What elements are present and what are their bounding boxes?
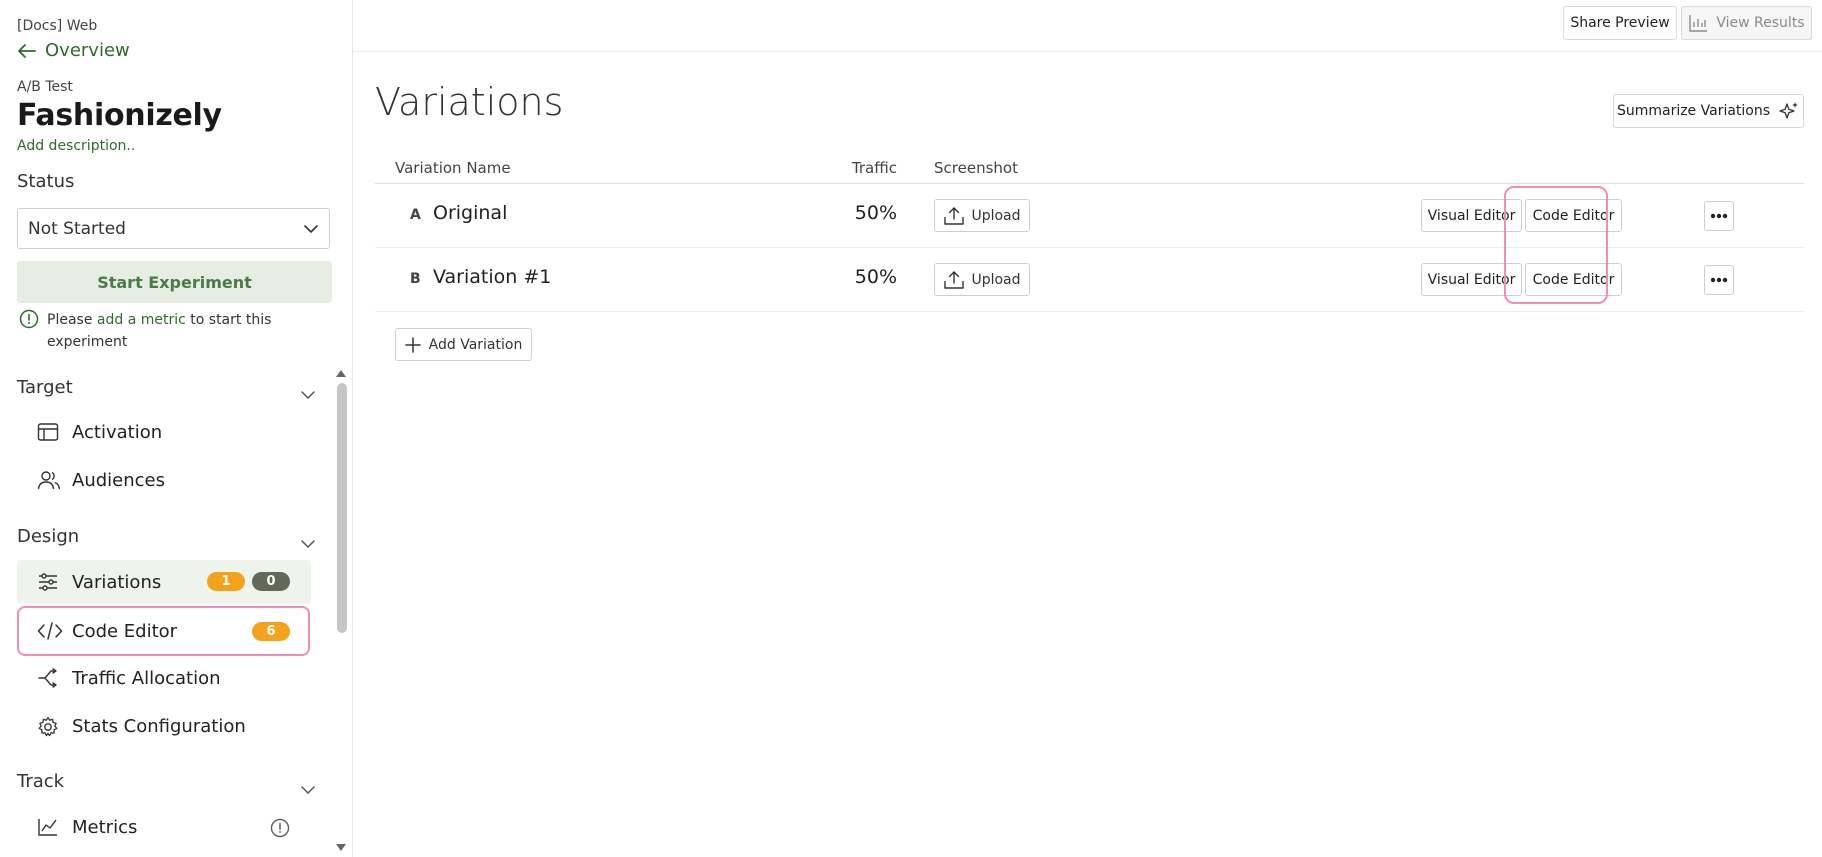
split-arrows-icon <box>37 668 59 688</box>
section-track-title: Track <box>17 771 65 792</box>
main-content: Share Preview View Results Variations Su… <box>353 0 1822 857</box>
sidebar-item-audiences[interactable]: Audiences <box>17 458 311 502</box>
back-to-overview-link[interactable]: Overview <box>17 40 130 61</box>
variations-badge-count: 0 <box>252 572 290 591</box>
variations-table-header: Variation Name Traffic Screenshot <box>375 155 1804 184</box>
upload-screenshot-button[interactable]: Upload <box>934 263 1030 296</box>
back-label: Overview <box>45 40 130 61</box>
upload-screenshot-button[interactable]: Upload <box>934 199 1030 232</box>
status-value: Not Started <box>28 218 126 239</box>
sidebar-item-label: Traffic Allocation <box>72 667 221 689</box>
section-design-title: Design <box>17 526 80 547</box>
plus-icon <box>404 336 421 353</box>
status-select[interactable]: Not Started <box>17 208 330 249</box>
sliders-icon <box>37 572 59 592</box>
more-dots-icon <box>1710 277 1728 283</box>
chevron-down-icon[interactable] <box>300 785 316 795</box>
code-icon <box>37 621 63 641</box>
layout-icon <box>37 422 59 442</box>
start-experiment-button[interactable]: Start Experiment <box>17 261 332 303</box>
chevron-down-icon[interactable] <box>300 390 316 400</box>
view-results-label: View Results <box>1716 15 1805 31</box>
arrow-left-icon <box>17 43 37 59</box>
code-editor-buttons-highlight <box>1504 186 1608 304</box>
upload-icon <box>943 270 965 290</box>
sidebar-item-label: Metrics <box>72 816 138 838</box>
variations-badge-count: 1 <box>207 572 245 591</box>
chevron-down-icon[interactable] <box>300 539 316 549</box>
section-target-title: Target <box>17 377 73 398</box>
column-header-traffic: Traffic <box>851 159 897 177</box>
alert-circle-icon <box>270 818 290 838</box>
column-header-name: Variation Name <box>395 159 511 177</box>
sidebar-item-label: Code Editor <box>72 620 178 642</box>
summarize-variations-button[interactable]: Summarize Variations <box>1613 94 1804 128</box>
view-results-button[interactable]: View Results <box>1681 6 1812 40</box>
sidebar-item-label: Activation <box>72 421 163 443</box>
variation-name[interactable]: Variation #1 <box>433 266 551 288</box>
add-description-link[interactable]: Add description.. <box>17 138 135 154</box>
sidebar-scrollbar-thumb[interactable] <box>337 383 347 633</box>
share-preview-button[interactable]: Share Preview <box>1563 6 1677 40</box>
scroll-down-arrow[interactable] <box>335 843 347 853</box>
variation-traffic: 50% <box>854 202 897 224</box>
warning-text-pre: Please <box>47 312 93 328</box>
sidebar: [Docs] Web Overview A/B Test Fashionizel… <box>0 0 353 857</box>
bar-chart-icon <box>1688 14 1708 32</box>
users-icon <box>37 470 61 490</box>
more-options-button[interactable] <box>1704 265 1734 295</box>
experiment-name: Fashionizely <box>17 98 222 133</box>
project-name: [Docs] Web <box>17 18 98 34</box>
alert-circle-icon <box>19 309 39 329</box>
sidebar-item-traffic-allocation[interactable]: Traffic Allocation <box>17 656 311 700</box>
line-chart-icon <box>37 817 59 837</box>
gear-icon <box>37 716 59 738</box>
variation-letter: A <box>410 207 421 223</box>
variation-letter: B <box>410 271 421 287</box>
more-options-button[interactable] <box>1704 201 1734 231</box>
upload-icon <box>943 206 965 226</box>
upload-label: Upload <box>971 207 1021 224</box>
add-variation-button[interactable]: Add Variation <box>395 328 532 361</box>
summarize-label: Summarize Variations <box>1616 103 1771 119</box>
sidebar-item-label: Stats Configuration <box>72 715 246 737</box>
sidebar-item-code-editor[interactable]: Code Editor 6 <box>17 606 310 656</box>
sidebar-item-label: Variations <box>72 571 162 593</box>
variation-name[interactable]: Original <box>433 202 507 224</box>
sidebar-item-stats-configuration[interactable]: Stats Configuration <box>17 704 311 748</box>
code-editor-badge-count: 6 <box>252 622 290 641</box>
add-variation-label: Add Variation <box>428 336 523 353</box>
status-label: Status <box>17 171 75 192</box>
sidebar-item-activation[interactable]: Activation <box>17 410 311 454</box>
variation-traffic: 50% <box>854 266 897 288</box>
experiment-type: A/B Test <box>17 79 73 95</box>
start-warning: Please add a metric to start this experi… <box>17 309 317 353</box>
sidebar-item-metrics[interactable]: Metrics <box>17 805 311 849</box>
upload-label: Upload <box>971 271 1021 288</box>
add-metric-link[interactable]: add a metric <box>97 312 186 328</box>
sidebar-item-variations[interactable]: Variations 1 0 <box>17 560 311 604</box>
column-header-screenshot: Screenshot <box>934 159 1018 177</box>
top-bar: Share Preview View Results <box>353 0 1822 52</box>
sparkle-icon <box>1778 101 1800 121</box>
more-dots-icon <box>1710 213 1728 219</box>
page-title: Variations <box>375 80 564 124</box>
scroll-up-arrow[interactable] <box>335 368 347 378</box>
chevron-down-icon <box>303 224 319 234</box>
sidebar-item-label: Audiences <box>72 469 165 491</box>
